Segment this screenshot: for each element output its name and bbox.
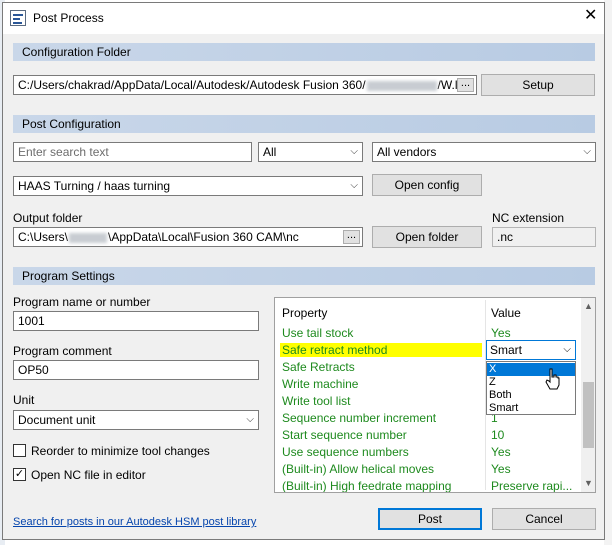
scroll-up-icon[interactable]: ▲ <box>584 301 593 311</box>
section-header-program-settings: Program Settings <box>13 267 595 285</box>
cancel-button[interactable]: Cancel <box>492 508 596 530</box>
column-value: Value <box>491 306 521 320</box>
option-smart[interactable]: Smart <box>487 402 575 415</box>
property-row[interactable]: Start sequence number 10 <box>275 427 581 444</box>
property-name: Write machine <box>282 377 359 391</box>
chevron-down-icon: ⌵ <box>563 344 571 355</box>
program-comment-input[interactable]: OP50 <box>13 360 259 380</box>
section-header-post-configuration: Post Configuration <box>13 115 595 133</box>
properties-scrollbar[interactable]: ▲ ▼ <box>581 298 595 492</box>
property-name: (Built-in) High feedrate mapping <box>282 479 452 493</box>
nc-extension-label: NC extension <box>492 211 565 225</box>
redacted-segment <box>69 232 108 243</box>
hand-cursor-icon <box>545 368 560 390</box>
open-nc-label: Open NC file in editor <box>31 468 146 482</box>
configuration-folder-field[interactable]: C:/Users/chakrad/AppData/Local/Autodesk/… <box>13 75 477 95</box>
vendor-value: All vendors <box>377 145 437 159</box>
search-posts-link[interactable]: Search for posts in our Autodesk HSM pos… <box>13 516 256 528</box>
option-both[interactable]: Both <box>487 389 575 402</box>
reorder-label: Reorder to minimize tool changes <box>31 444 210 458</box>
config-browse-button[interactable]: ... <box>457 78 474 92</box>
post-processor-select[interactable]: HAAS Turning / haas turning ⌵ <box>13 176 363 196</box>
post-button[interactable]: Post <box>378 508 482 530</box>
reorder-checkbox[interactable] <box>13 444 26 457</box>
property-name: Safe retract method <box>280 343 482 357</box>
open-nc-checkbox[interactable]: ✓ <box>13 468 26 481</box>
property-value: Yes <box>491 326 511 340</box>
unit-label: Unit <box>13 393 35 407</box>
close-icon[interactable]: ✕ <box>584 8 597 24</box>
property-name: Safe Retracts <box>282 360 355 374</box>
window-title: Post Process <box>33 11 104 25</box>
property-value: Yes <box>491 445 511 459</box>
output-folder-label: Output folder <box>13 211 83 225</box>
post-process-app-icon <box>10 10 26 26</box>
property-row[interactable]: Use sequence numbers Yes <box>275 444 581 461</box>
property-name: Sequence number increment <box>282 411 437 425</box>
properties-grid-header: Property Value <box>275 298 581 490</box>
scroll-thumb[interactable] <box>583 382 594 448</box>
scroll-down-icon[interactable]: ▼ <box>584 478 593 488</box>
redacted-segment <box>366 80 437 91</box>
background-app-right <box>604 0 612 545</box>
search-input[interactable]: Enter search text <box>13 142 252 162</box>
chevron-down-icon: ⌵ <box>350 180 358 191</box>
nc-extension-field: .nc <box>492 227 596 247</box>
vendor-select[interactable]: All vendors ⌵ <box>372 142 596 162</box>
safe-retract-options-list[interactable]: X Z Both Smart <box>486 361 576 415</box>
filter-value: All <box>263 145 277 159</box>
property-name: Start sequence number <box>282 428 407 442</box>
section-header-configuration-folder: Configuration Folder <box>13 43 595 61</box>
property-value: Yes <box>491 462 511 476</box>
property-name: Use sequence numbers <box>282 445 409 459</box>
unit-value: Document unit <box>18 413 96 427</box>
open-config-button[interactable]: Open config <box>372 174 482 196</box>
property-row[interactable]: (Built-in) High feedrate mapping Preserve… <box>275 478 581 493</box>
post-processor-value: HAAS Turning / haas turning <box>18 179 171 193</box>
check-mark-icon: ✓ <box>14 468 25 480</box>
config-path-start: C:/Users/chakrad/AppData/Local/Autodesk/… <box>18 78 366 92</box>
output-path-end: \AppData\Local\Fusion 360 CAM\nc <box>108 230 299 244</box>
output-browse-button[interactable]: ... <box>343 230 360 244</box>
column-property: Property <box>282 306 328 320</box>
chevron-down-icon: ⌵ <box>246 414 254 425</box>
property-name: Use tail stock <box>282 326 354 340</box>
program-comment-label: Program comment <box>13 344 112 358</box>
setup-button[interactable]: Setup <box>481 74 595 96</box>
program-name-label: Program name or number <box>13 295 151 309</box>
chevron-down-icon: ⌵ <box>350 146 358 157</box>
output-path-start: C:\Users\ <box>18 230 69 244</box>
property-value: 10 <box>491 428 505 442</box>
output-folder-field[interactable]: C:\Users\ \AppData\Local\Fusion 360 CAM\n… <box>13 227 363 247</box>
unit-select[interactable]: Document unit ⌵ <box>13 410 259 430</box>
property-value: Preserve rapi... <box>491 479 573 493</box>
filter-select[interactable]: All ⌵ <box>258 142 363 162</box>
open-folder-button[interactable]: Open folder <box>372 226 482 248</box>
property-name: (Built-in) Allow helical moves <box>282 462 435 476</box>
safe-retract-value: Smart <box>490 343 523 357</box>
property-row[interactable]: (Built-in) Allow helical moves Yes <box>275 461 581 478</box>
program-name-input[interactable]: 1001 <box>13 311 259 331</box>
search-placeholder: Enter search text <box>18 145 109 159</box>
property-name: Write tool list <box>282 394 351 408</box>
chevron-down-icon: ⌵ <box>583 146 591 157</box>
safe-retract-method-select[interactable]: Smart ⌵ <box>486 340 576 360</box>
